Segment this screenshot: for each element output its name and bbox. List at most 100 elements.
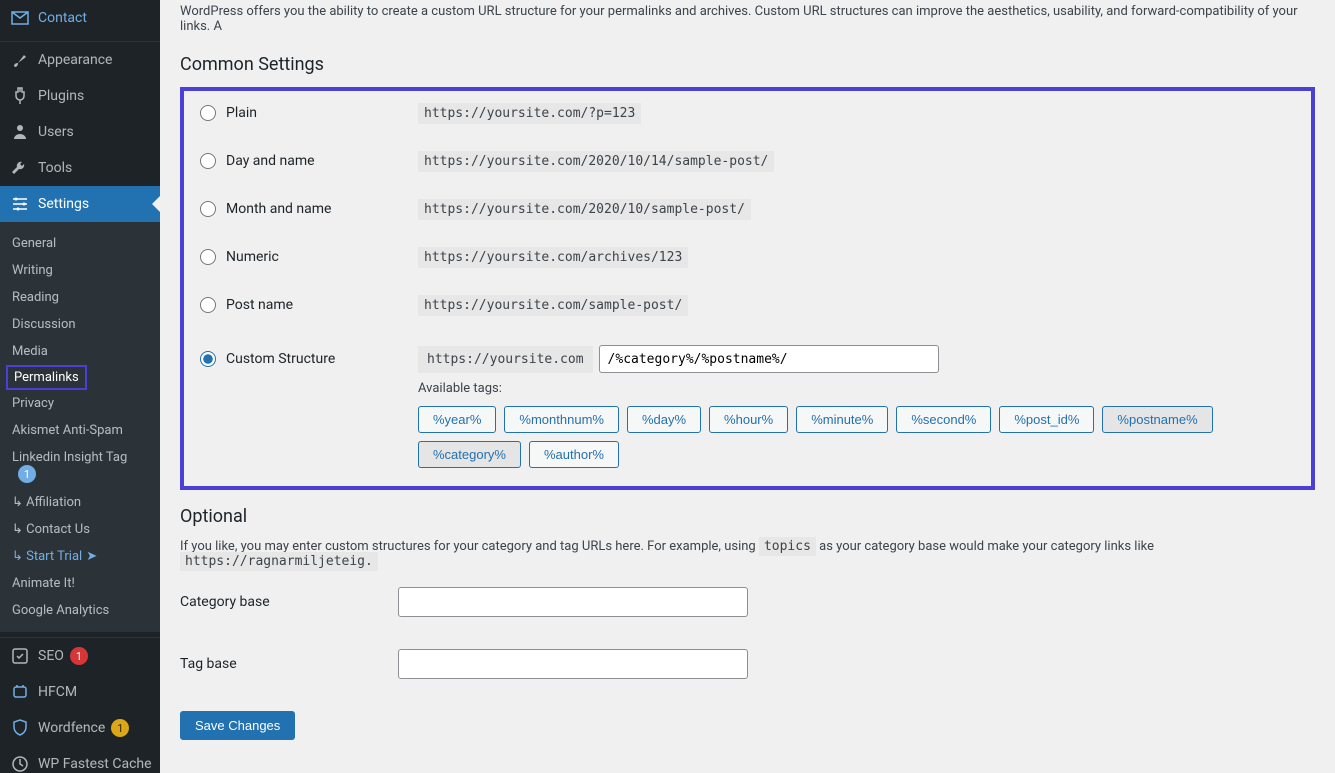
submenu-akismet[interactable]: Akismet Anti-Spam — [0, 417, 160, 444]
seo-icon — [10, 646, 30, 666]
sidebar-item-settings[interactable]: Settings — [0, 186, 160, 222]
tag-year[interactable]: %year% — [418, 406, 496, 433]
submenu-starttrial[interactable]: ↳ Start Trial➤ — [0, 543, 160, 570]
sidebar-item-seo[interactable]: SEO 1 — [0, 638, 160, 674]
tag-monthnum[interactable]: %monthnum% — [504, 406, 619, 433]
code-example-url: https://ragnarmiljeteig. — [180, 552, 378, 571]
sidebar-label: WP Fastest Cache — [38, 756, 152, 772]
cache-icon — [10, 754, 30, 773]
sliders-icon — [10, 194, 30, 214]
sidebar-label: Plugins — [38, 88, 84, 104]
tag-postname[interactable]: %postname% — [1102, 406, 1212, 433]
intro-text: WordPress offers you the ability to crea… — [180, 0, 1315, 44]
label-postname[interactable]: Post name — [226, 297, 293, 313]
tag-author[interactable]: %author% — [529, 441, 619, 468]
permalink-options-box: Plain https://yoursite.com/?p=123 Day an… — [180, 87, 1315, 490]
radio-custom[interactable] — [200, 351, 216, 367]
option-monthname: Month and name https://yoursite.com/2020… — [200, 201, 1295, 217]
tag-postid[interactable]: %post_id% — [999, 406, 1094, 433]
submenu-contactus[interactable]: ↳ Contact Us — [0, 516, 160, 543]
save-button[interactable]: Save Changes — [180, 711, 295, 740]
tag-second[interactable]: %second% — [896, 406, 991, 433]
sidebar-label: SEO — [38, 648, 64, 664]
code-icon — [10, 682, 30, 702]
sidebar-item-appearance[interactable]: Appearance — [0, 42, 160, 78]
sidebar-item-contact[interactable]: Contact — [0, 0, 160, 36]
custom-prefix: https://yoursite.com — [418, 346, 593, 373]
submenu-affiliation[interactable]: ↳ Affiliation — [0, 489, 160, 516]
sidebar-item-users[interactable]: Users — [0, 114, 160, 150]
sidebar-item-wordfence[interactable]: Wordfence 1 — [0, 710, 160, 746]
brush-icon — [10, 50, 30, 70]
tag-hour[interactable]: %hour% — [709, 406, 788, 433]
submenu-label: Linkedin Insight Tag — [12, 450, 127, 465]
option-dayname: Day and name https://yoursite.com/2020/1… — [200, 153, 1295, 169]
settings-submenu: General Writing Reading Discussion Media… — [0, 222, 160, 632]
optional-intro: If you like, you may enter custom struct… — [180, 539, 1315, 569]
submenu-general[interactable]: General — [0, 230, 160, 257]
submenu-writing[interactable]: Writing — [0, 257, 160, 284]
wordfence-badge: 1 — [111, 719, 129, 737]
common-settings-heading: Common Settings — [180, 54, 1315, 75]
seo-badge: 1 — [70, 647, 88, 665]
option-custom: Custom Structure https://yoursite.com — [200, 345, 1295, 373]
example-numeric: https://yoursite.com/archives/123 — [418, 247, 688, 268]
sidebar-label: Tools — [38, 160, 72, 176]
tag-minute[interactable]: %minute% — [796, 406, 888, 433]
tag-base-input[interactable] — [398, 649, 748, 679]
option-numeric: Numeric https://yoursite.com/archives/12… — [200, 249, 1295, 265]
plug-icon — [10, 86, 30, 106]
linkedin-badge: 1 — [18, 465, 36, 483]
submenu-ganalytics[interactable]: Google Analytics — [0, 597, 160, 624]
admin-sidebar: Contact Appearance Plugins Users Tools S… — [0, 0, 160, 773]
arrow-icon: ➤ — [86, 549, 97, 564]
main-content: WordPress offers you the ability to crea… — [160, 0, 1335, 773]
example-monthname: https://yoursite.com/2020/10/sample-post… — [418, 199, 751, 220]
category-base-label: Category base — [180, 594, 398, 610]
tag-day[interactable]: %day% — [627, 406, 701, 433]
label-plain[interactable]: Plain — [226, 105, 257, 121]
tags-row: %year% %monthnum% %day% %hour% %minute% … — [418, 406, 1295, 468]
radio-monthname[interactable] — [200, 201, 216, 217]
label-custom[interactable]: Custom Structure — [226, 351, 335, 367]
wrench-icon — [10, 158, 30, 178]
example-postname: https://yoursite.com/sample-post/ — [418, 295, 688, 316]
radio-plain[interactable] — [200, 105, 216, 121]
sidebar-label: Contact — [38, 10, 87, 26]
available-tags-label: Available tags: — [418, 381, 1295, 396]
sidebar-item-plugins[interactable]: Plugins — [0, 78, 160, 114]
shield-icon — [10, 718, 30, 738]
sidebar-item-wpfastest[interactable]: WP Fastest Cache — [0, 746, 160, 773]
submenu-discussion[interactable]: Discussion — [0, 311, 160, 338]
submenu-privacy[interactable]: Privacy — [0, 390, 160, 417]
sidebar-label: Wordfence — [38, 720, 105, 736]
users-icon — [10, 122, 30, 142]
contact-icon — [10, 8, 30, 28]
code-topics: topics — [759, 537, 816, 556]
submenu-animateit[interactable]: Animate It! — [0, 570, 160, 597]
category-base-input[interactable] — [398, 587, 748, 617]
radio-dayname[interactable] — [200, 153, 216, 169]
sidebar-label: Appearance — [38, 52, 112, 68]
option-postname: Post name https://yoursite.com/sample-po… — [200, 297, 1295, 313]
example-plain: https://yoursite.com/?p=123 — [418, 103, 641, 124]
submenu-linkedin[interactable]: Linkedin Insight Tag 1 — [0, 444, 160, 489]
label-monthname[interactable]: Month and name — [226, 201, 331, 217]
submenu-reading[interactable]: Reading — [0, 284, 160, 311]
custom-structure-input[interactable] — [599, 345, 939, 373]
tag-category[interactable]: %category% — [418, 441, 521, 468]
radio-numeric[interactable] — [200, 249, 216, 265]
tag-base-row: Tag base — [180, 649, 1315, 679]
option-plain: Plain https://yoursite.com/?p=123 — [200, 105, 1295, 121]
submenu-permalinks[interactable]: Permalinks — [6, 365, 87, 390]
sidebar-label: Users — [38, 124, 74, 140]
example-dayname: https://yoursite.com/2020/10/14/sample-p… — [418, 151, 774, 172]
label-numeric[interactable]: Numeric — [226, 249, 279, 265]
submenu-media[interactable]: Media — [0, 338, 160, 365]
tag-base-label: Tag base — [180, 656, 398, 672]
sidebar-label: HFCM — [38, 684, 77, 700]
label-dayname[interactable]: Day and name — [226, 153, 315, 169]
sidebar-item-hfcm[interactable]: HFCM — [0, 674, 160, 710]
sidebar-item-tools[interactable]: Tools — [0, 150, 160, 186]
radio-postname[interactable] — [200, 297, 216, 313]
